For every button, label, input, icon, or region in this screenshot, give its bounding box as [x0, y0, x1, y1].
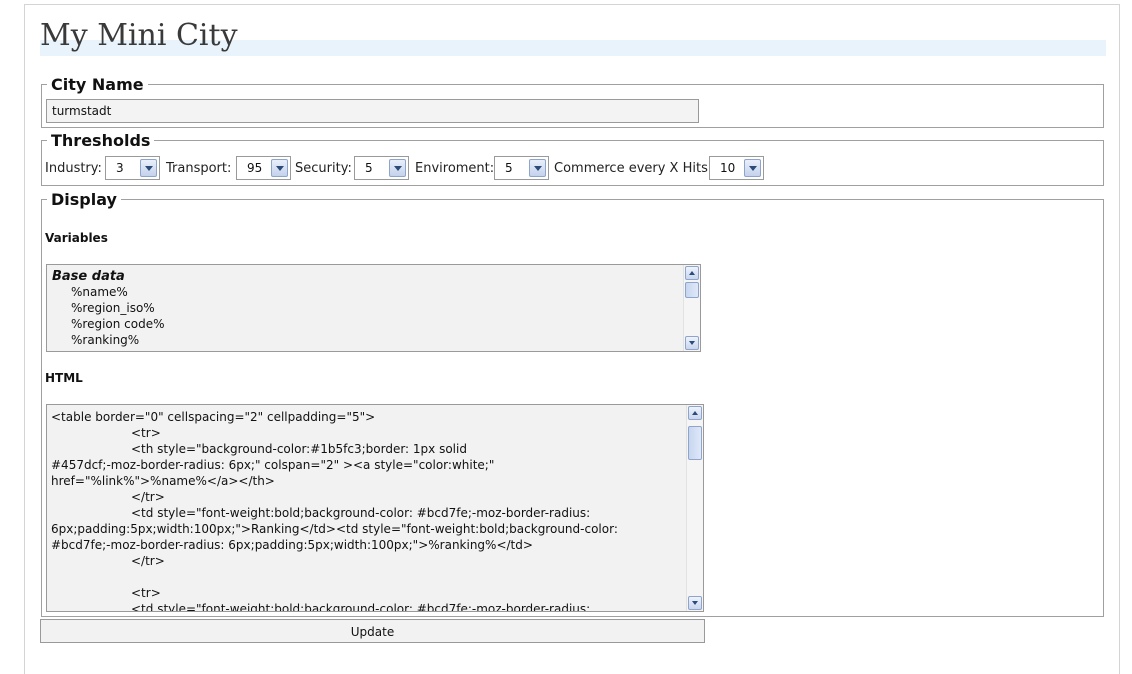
- scroll-down-icon[interactable]: [685, 336, 699, 350]
- variables-list[interactable]: Base data %name% %region_iso% %region co…: [46, 264, 701, 352]
- commerce-value: 10: [720, 161, 736, 175]
- variables-group-title: Base data: [52, 269, 125, 284]
- environment-value: 5: [505, 161, 513, 175]
- code-line: <table border="0" cellspacing="2" cellpa…: [51, 410, 376, 424]
- thresholds-fieldset: Thresholds: [41, 131, 1104, 186]
- commerce-select[interactable]: 10: [709, 156, 764, 180]
- scroll-up-icon[interactable]: [688, 406, 702, 420]
- chevron-down-icon[interactable]: [271, 159, 288, 177]
- security-value: 5: [365, 161, 373, 175]
- thresholds-legend: Thresholds: [51, 131, 151, 150]
- update-button[interactable]: Update: [40, 619, 705, 643]
- transport-value: 95: [247, 161, 263, 175]
- scroll-thumb[interactable]: [685, 282, 699, 298]
- code-line: href="%link%">%name%</a></th>: [51, 474, 275, 488]
- security-label: Security:: [295, 161, 352, 176]
- scroll-down-icon[interactable]: [688, 596, 702, 610]
- html-scrollbar[interactable]: [686, 405, 703, 611]
- code-line: #bcd7fe;-moz-border-radius: 6px;padding:…: [51, 538, 533, 552]
- variable-item[interactable]: %region_iso%: [71, 301, 155, 315]
- chevron-down-icon[interactable]: [744, 159, 761, 177]
- commerce-label: Commerce every X Hits:: [554, 161, 713, 176]
- scroll-thumb[interactable]: [688, 426, 702, 460]
- page-title: My Mini City: [40, 18, 238, 53]
- chevron-down-icon[interactable]: [529, 159, 546, 177]
- transport-select[interactable]: 95: [236, 156, 291, 180]
- code-line: <tr>: [131, 426, 161, 440]
- city-name-legend: City Name: [51, 75, 144, 94]
- industry-label: Industry:: [45, 161, 102, 176]
- variable-item[interactable]: %region code%: [71, 317, 165, 331]
- variables-scrollbar[interactable]: [683, 265, 700, 351]
- code-line: <td style="font-weight:bold;background-c…: [131, 602, 591, 612]
- city-name-input[interactable]: [46, 99, 699, 123]
- environment-select[interactable]: 5: [494, 156, 549, 180]
- industry-value: 3: [116, 161, 124, 175]
- security-select[interactable]: 5: [354, 156, 409, 180]
- code-line: <td style="font-weight:bold;background-c…: [131, 506, 591, 520]
- code-line: </tr>: [131, 554, 165, 568]
- code-line: #457dcf;-moz-border-radius: 6px;" colspa…: [51, 458, 495, 472]
- environment-label: Enviroment:: [415, 161, 495, 176]
- code-line: </tr>: [131, 490, 165, 504]
- code-line: 6px;padding:5px;width:100px;">Ranking</t…: [51, 522, 618, 536]
- variable-item[interactable]: %name%: [71, 285, 128, 299]
- transport-label: Transport:: [166, 161, 232, 176]
- chevron-down-icon[interactable]: [140, 159, 157, 177]
- variable-item[interactable]: %ranking%: [71, 333, 139, 347]
- html-textarea[interactable]: <table border="0" cellspacing="2" cellpa…: [46, 404, 704, 612]
- display-legend: Display: [51, 190, 117, 209]
- code-line: <tr>: [131, 586, 161, 600]
- code-line: <th style="background-color:#1b5fc3;bord…: [131, 442, 467, 456]
- scroll-up-icon[interactable]: [685, 266, 699, 280]
- chevron-down-icon[interactable]: [389, 159, 406, 177]
- industry-select[interactable]: 3: [105, 156, 160, 180]
- html-heading: HTML: [45, 371, 83, 385]
- variables-heading: Variables: [45, 231, 108, 245]
